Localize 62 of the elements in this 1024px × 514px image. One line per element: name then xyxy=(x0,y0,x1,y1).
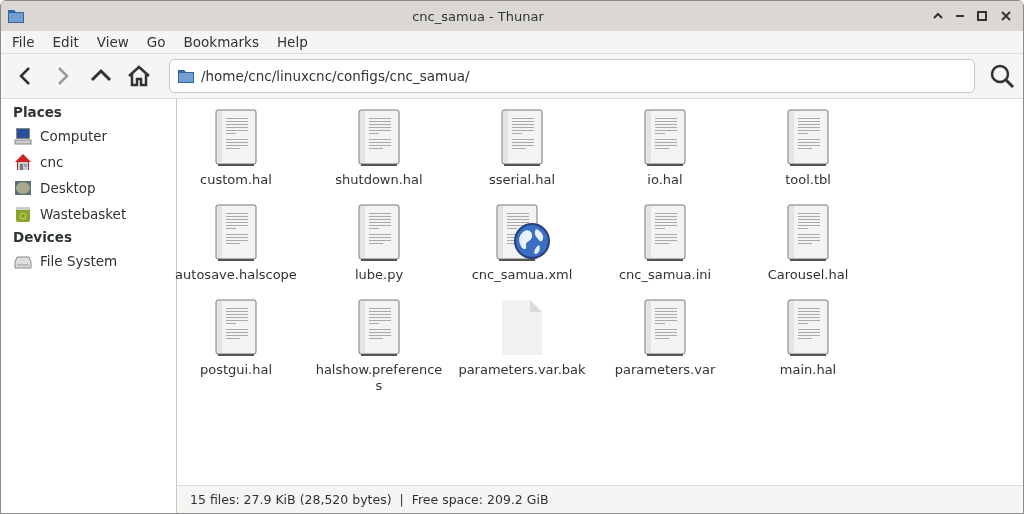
home-button[interactable] xyxy=(127,64,151,88)
file-name[interactable]: sserial.hal xyxy=(489,172,555,188)
maximize-button[interactable] xyxy=(975,9,989,23)
document-icon xyxy=(784,109,832,167)
section-heading: Places xyxy=(12,103,63,122)
document-icon xyxy=(784,204,832,262)
home-icon xyxy=(127,64,151,88)
menu-item[interactable]: Help xyxy=(269,32,315,52)
file-name[interactable]: tool.tbl xyxy=(785,172,831,188)
close-icon xyxy=(999,9,1013,23)
menu-item[interactable]: Go xyxy=(139,32,173,52)
document-icon xyxy=(784,299,832,357)
file-name[interactable]: io.hal xyxy=(647,172,683,188)
sidebar-item[interactable]: cnc xyxy=(1,149,176,175)
search-button[interactable] xyxy=(989,63,1015,89)
folder-icon xyxy=(177,67,195,85)
maximize-icon xyxy=(975,9,989,23)
sidebar-item[interactable]: Computer xyxy=(1,123,176,149)
file-name[interactable]: parameters.var xyxy=(614,362,716,378)
location-field[interactable]: /home/cnc/linuxcnc/configs/cnc_samua/ xyxy=(169,59,975,93)
minimize-icon xyxy=(955,14,965,18)
file-name[interactable]: postgui.hal xyxy=(199,362,273,378)
file-name[interactable]: parameters.var.bak xyxy=(458,362,586,378)
file-name[interactable]: Carousel.hal xyxy=(767,267,849,283)
sidebar-item[interactable]: Wastebasket xyxy=(1,201,176,227)
document-icon xyxy=(355,109,403,167)
menu-item[interactable]: Bookmarks xyxy=(176,32,266,52)
menu-item[interactable]: File xyxy=(5,32,42,52)
document-icon xyxy=(212,204,260,262)
document-icon xyxy=(212,299,260,357)
trash-icon xyxy=(14,205,32,223)
close-button[interactable] xyxy=(999,9,1013,23)
file-name[interactable]: halshow.preferences xyxy=(314,362,444,394)
status-bar: 15 files: 27.9 KiB (28,520 bytes) | Free space: 209.2 GiB xyxy=(177,485,1023,513)
window-title: cnc_samua - Thunar xyxy=(411,8,545,24)
forward-icon xyxy=(57,66,69,86)
document-icon xyxy=(355,204,403,262)
back-icon xyxy=(19,66,31,86)
file-name[interactable]: custom.hal xyxy=(200,172,272,188)
file-name[interactable]: shutdown.hal xyxy=(335,172,423,188)
document-icon xyxy=(641,299,689,357)
document-icon xyxy=(641,109,689,167)
file-name[interactable]: cnc_samua.ini xyxy=(618,267,712,283)
menu-item[interactable]: Edit xyxy=(45,32,86,52)
document-icon xyxy=(498,109,546,167)
document-globe-icon xyxy=(493,204,551,262)
file-name[interactable]: lube.py xyxy=(354,267,404,283)
folder-icon xyxy=(7,7,25,25)
menu-item[interactable]: View xyxy=(89,32,136,52)
section-heading: Devices xyxy=(12,228,73,247)
document-icon xyxy=(641,204,689,262)
computer-icon xyxy=(14,127,32,145)
sidebar-item[interactable]: File System xyxy=(1,248,176,274)
sidebar-item[interactable]: Desktop xyxy=(1,175,176,201)
file-name[interactable]: cnc_samua.xml xyxy=(471,267,573,283)
house-icon xyxy=(14,153,32,171)
document-icon xyxy=(355,299,403,357)
search-icon xyxy=(989,63,1015,89)
file-name[interactable]: main.hal xyxy=(779,362,837,378)
desktop-icon xyxy=(14,179,32,197)
file-name[interactable]: autosave.halscope xyxy=(175,267,297,283)
document-icon xyxy=(212,109,260,167)
